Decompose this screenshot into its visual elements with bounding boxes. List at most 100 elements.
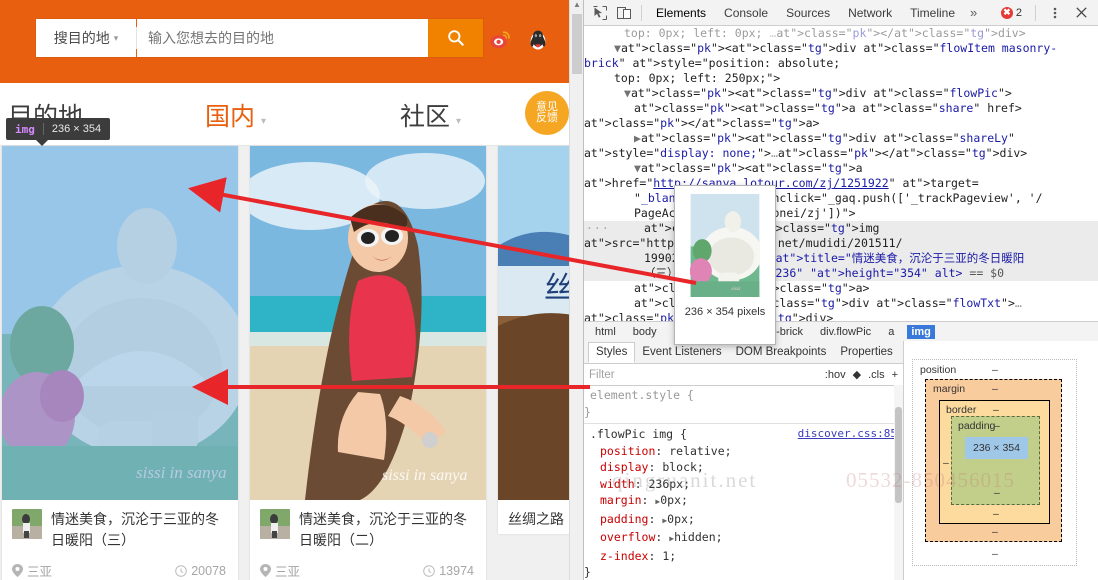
error-count-badge[interactable]: ✖ 2 [995,7,1028,19]
style-property[interactable]: padding [584,512,648,526]
avatar-image [260,509,290,539]
qq-icon[interactable] [527,29,549,51]
dom-tree-row[interactable]: 19902366_236.jpg" "at">title="情迷美食，沉沦于三亚… [584,251,1098,266]
dom-tree[interactable]: top: 0px; left: 0px; …at">class="pk"></a… [584,26,1098,323]
styles-scrollbar[interactable] [894,385,903,580]
tab-console[interactable]: Console [715,1,777,25]
dom-tree-row[interactable]: at">class="pk"><at">class="tg">a at">cla… [584,101,1098,131]
style-rule[interactable]: element.style {} [584,385,903,424]
dom-tree-row[interactable]: at">class="pk"></at">class="tg">a> [584,281,1098,296]
dom-tree-row[interactable]: ▼at">class="pk"><at">class="tg">div at">… [584,86,1098,101]
breadcrumb-item[interactable]: html [591,325,620,339]
style-declaration[interactable]: margin: ▶0px; [584,492,903,511]
style-declaration[interactable]: display: block; [584,459,903,476]
tab-network[interactable]: Network [839,1,901,25]
box-model-padding-box[interactable]: padding – – – 236 × 354 [951,416,1040,505]
more-tabs-button[interactable]: » [964,5,983,20]
box-model-margin-box[interactable]: margin – – border – – padding – – – 236 … [925,379,1062,542]
style-property[interactable]: width [584,477,635,491]
style-declaration[interactable]: width: 236px; [584,476,903,493]
breadcrumb-item[interactable]: a [884,325,898,339]
color-format-icon[interactable]: ◆ [853,368,861,381]
style-property[interactable]: z-index [584,549,648,563]
dom-tree-row[interactable]: top: 0px; left: 250px;"> [584,71,1098,86]
tab-sources[interactable]: Sources [777,1,839,25]
inspector-tooltip-tag: img [15,123,35,136]
device-toolbar-icon[interactable] [612,2,636,24]
divider [43,123,44,135]
card-title[interactable]: 情迷美食，沉沦于三亚的冬日暖阳（三） [51,509,228,551]
avatar[interactable] [260,509,290,539]
weibo-icon[interactable] [489,29,511,51]
style-declaration[interactable]: padding: ▶0px; [584,511,903,530]
style-rule-source[interactable]: discover.css:85 [798,426,897,443]
search-input[interactable] [137,19,428,57]
feedback-badge[interactable]: 意见反馈 [525,91,569,135]
scroll-up-icon[interactable]: ▲ [570,0,583,9]
tab-timeline[interactable]: Timeline [901,1,964,25]
style-rule-close: } [584,404,903,421]
search-button[interactable] [428,19,483,57]
card-item[interactable]: sissi in sanya 情迷美食，沉沦于三亚的冬日暖阳（三） [2,146,238,580]
new-style-rule-button[interactable]: + [892,369,898,381]
style-rule-selector[interactable]: element.style { [590,387,694,404]
tab-properties[interactable]: Properties [833,342,899,363]
close-icon[interactable] [1069,2,1093,24]
card-title[interactable]: 情迷美食，沉沦于三亚的冬日暖阳（二） [299,509,476,551]
dom-tree-row[interactable]: ···at">class="pk"><at">class="tg">img at… [584,221,1098,251]
site-header: 搜目的地 ▾ [0,0,583,83]
inspect-element-icon[interactable] [588,2,612,24]
card-image[interactable]: sissi in sanya [2,146,238,500]
breadcrumb-item[interactable]: body [629,325,661,339]
style-property[interactable]: overflow [584,530,655,544]
dom-tree-row[interactable]: （三）" "at">width="236" "at">height="354" … [584,266,1098,281]
box-model-border-box[interactable]: border – – padding – – – 236 × 354 [939,400,1050,524]
kebab-menu-icon[interactable] [1043,2,1067,24]
class-filter-button[interactable]: .cls [868,369,885,381]
styles-rules-list[interactable]: element.style {} .flowPic img { discover.c… [584,385,903,580]
hover-state-button[interactable]: :hov [825,369,846,381]
devtools-panel: Elements Console Sources Network Timelin… [583,0,1098,580]
dom-tree-row[interactable]: "_blank" title at">onclick="_gaq.push(['… [584,191,1098,206]
style-property[interactable]: position [584,444,655,458]
styles-pane: Styles Event Listeners DOM Breakpoints P… [584,341,904,580]
style-property[interactable]: margin [584,493,642,507]
nav-item-domestic[interactable]: 国内 ▾ [205,97,266,133]
breadcrumb-item[interactable]: img [907,325,935,339]
page-scrollbar[interactable]: ▲ [569,0,583,580]
card-title[interactable]: 丝绸之路 [508,509,564,530]
search-category-select[interactable]: 搜目的地 ▾ [36,19,136,57]
style-declaration[interactable]: z-index: 1; [584,548,903,565]
card-item[interactable]: sissi in sanya 情迷美食，沉沦于三亚的冬日暖阳（二） [250,146,486,580]
style-declaration[interactable]: position: relative; [584,443,903,460]
dom-tree-row[interactable]: top: 0px; left: 0px; …at">class="pk"></a… [584,26,1098,41]
nav-label: 国内 [205,97,255,133]
eye-icon [423,565,435,577]
style-rule-selector[interactable]: .flowPic img { [590,426,687,443]
style-declaration[interactable]: overflow: ▶hidden; [584,529,903,548]
style-property[interactable]: display [584,460,648,474]
styles-filter-input[interactable]: Filter [589,369,818,381]
card-image[interactable]: sissi in sanya [250,146,486,500]
dom-tree-row[interactable]: ▼at">class="pk"><at">class="tg">a at">hr… [584,161,1098,191]
avatar-image [12,509,42,539]
divider [1035,5,1036,21]
dom-tree-row[interactable]: at">class="pk"><at">class="tg">div at">c… [584,296,1098,323]
svg-text:sissi: sissi [731,286,741,292]
breadcrumb-item[interactable]: div.flowPic [816,325,875,339]
dom-tree-row[interactable]: PageAction/faxian/guonei/zj'])"> [584,206,1098,221]
box-model-content-box[interactable]: 236 × 354 [965,437,1028,459]
preview-photo: sissi [690,194,760,297]
tab-elements[interactable]: Elements [647,1,715,25]
eye-icon [175,565,187,577]
scrollbar-thumb[interactable] [572,14,582,74]
search-category-label: 搜目的地 [54,28,110,48]
avatar[interactable] [12,509,42,539]
dom-tree-row[interactable]: ▼at">class="pk"><at">class="tg">div at">… [584,41,1098,71]
style-rule[interactable]: .flowPic img { discover.css:85position: r… [584,424,903,580]
tab-styles[interactable]: Styles [588,342,635,363]
box-model-margin-label: margin [933,383,965,395]
dom-tree-row[interactable]: ▶at">class="pk"><at">class="tg">div at">… [584,131,1098,161]
breadcrumb: htmlbodydiv.flowItem.masonry-brickdiv.fl… [584,321,1098,342]
nav-item-community[interactable]: 社区 ▾ [400,97,461,133]
